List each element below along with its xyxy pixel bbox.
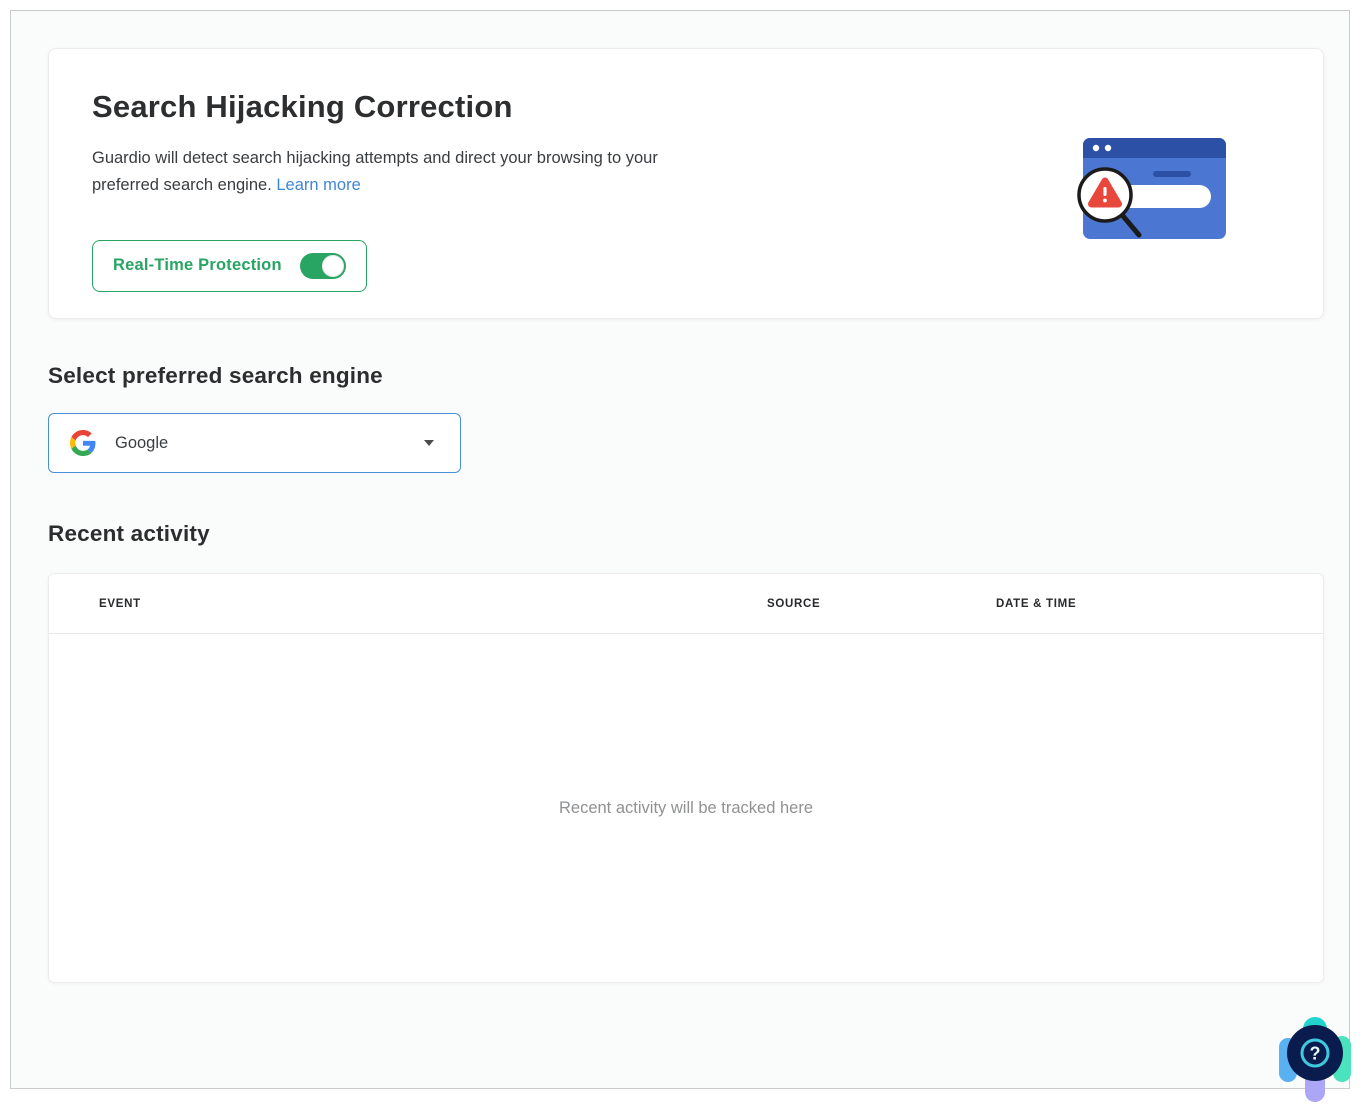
real-time-protection-toggle[interactable] — [300, 253, 346, 279]
feature-description: Guardio will detect search hijacking att… — [92, 145, 684, 199]
column-header-event: EVENT — [99, 598, 767, 610]
guardio-help-icon: ? — [1276, 1014, 1354, 1102]
chevron-down-icon — [424, 440, 434, 446]
google-logo-icon — [70, 430, 96, 456]
feature-description-text: Guardio will detect search hijacking att… — [92, 149, 658, 194]
question-mark-glyph: ? — [1310, 1044, 1321, 1064]
column-header-source: SOURCE — [767, 598, 996, 610]
search-hijack-illustration-icon — [1058, 133, 1233, 257]
table-empty-state: Recent activity will be tracked here — [49, 634, 1323, 983]
settings-page: Search Hijacking Correction Guardio will… — [10, 10, 1350, 1089]
real-time-protection-label: Real-Time Protection — [113, 256, 282, 275]
page-title: Search Hijacking Correction — [92, 89, 1323, 125]
page-content: Search Hijacking Correction Guardio will… — [11, 11, 1349, 1020]
help-widget-button[interactable]: ? — [1276, 1014, 1354, 1102]
search-engine-heading: Select preferred search engine — [48, 363, 1312, 389]
search-engine-dropdown[interactable]: Google — [48, 413, 461, 473]
learn-more-link[interactable]: Learn more — [276, 176, 360, 194]
recent-activity-heading: Recent activity — [48, 521, 1312, 547]
recent-activity-table: EVENT SOURCE DATE & TIME Recent activity… — [48, 573, 1324, 983]
search-hijacking-card: Search Hijacking Correction Guardio will… — [48, 48, 1324, 319]
column-header-date-time: DATE & TIME — [996, 598, 1323, 610]
real-time-protection-box[interactable]: Real-Time Protection — [92, 240, 367, 292]
table-header-row: EVENT SOURCE DATE & TIME — [49, 574, 1323, 634]
toggle-knob — [322, 255, 344, 277]
selected-engine-label: Google — [115, 434, 424, 453]
empty-state-message: Recent activity will be tracked here — [559, 799, 813, 818]
